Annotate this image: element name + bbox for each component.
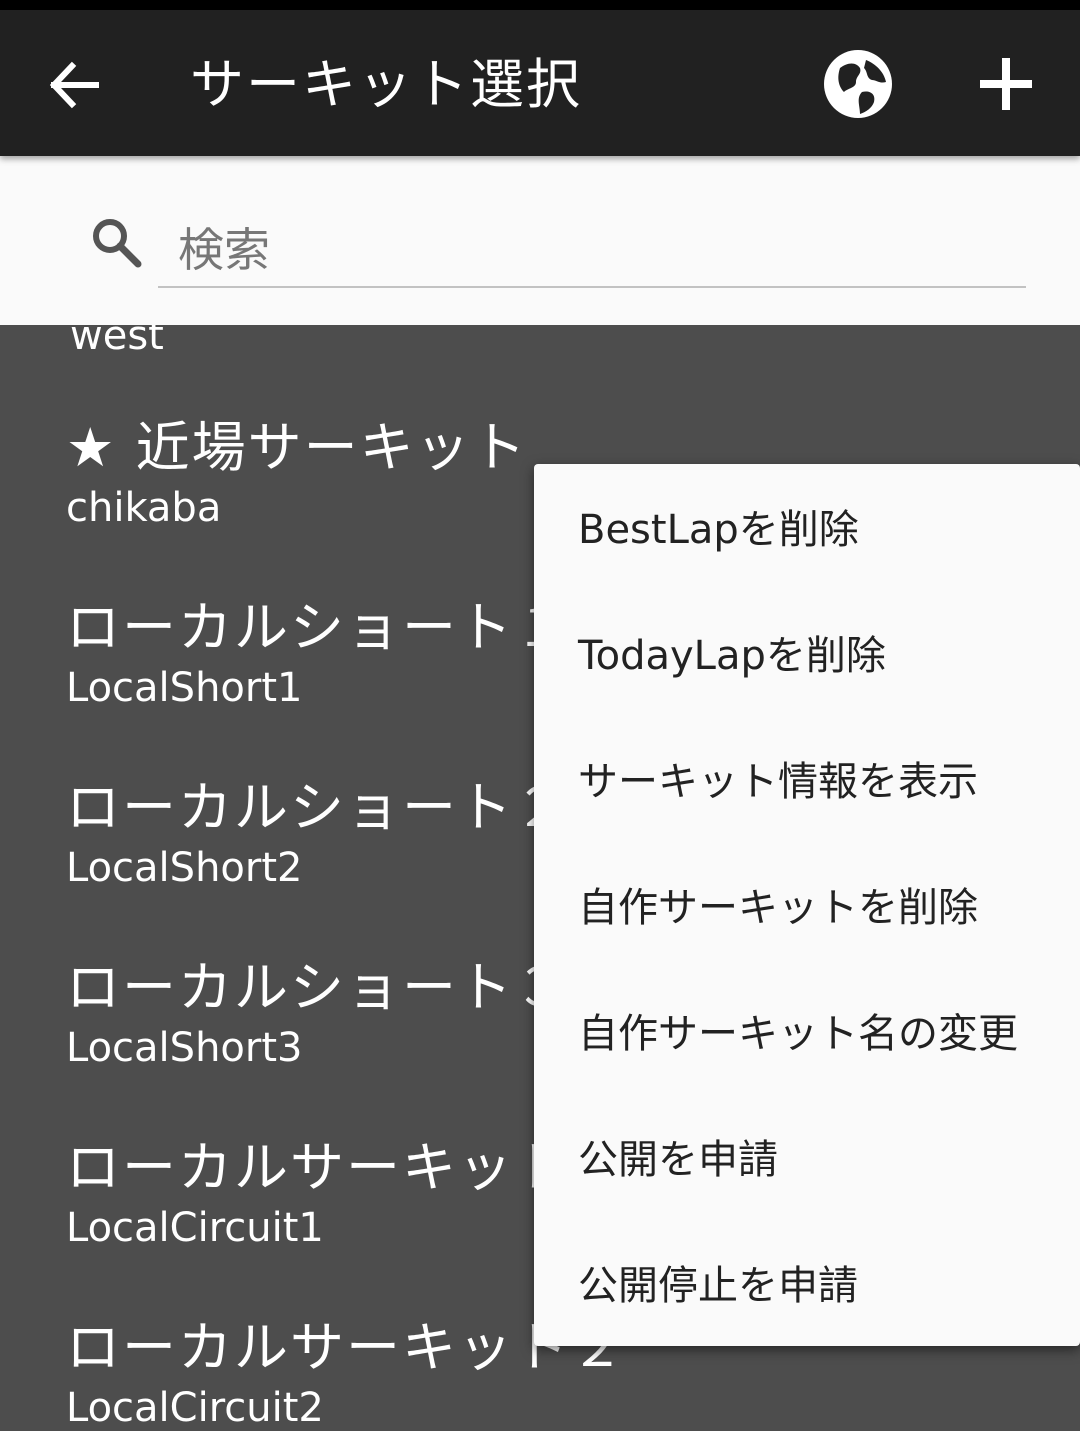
list-item-name: ローカルショート１ — [66, 596, 570, 659]
search-input[interactable] — [158, 214, 1026, 288]
context-menu: BestLapを削除 TodayLapを削除 サーキット情報を表示 自作サーキッ… — [534, 464, 1080, 1346]
menu-item-delete-todaylap[interactable]: TodayLapを削除 — [578, 626, 886, 686]
list-item[interactable]: ローカルサーキット LocalCircuit1 — [66, 1133, 570, 1253]
menu-item-delete-bestlap[interactable]: BestLapを削除 — [578, 500, 859, 560]
globe-icon[interactable] — [822, 48, 894, 120]
list-item[interactable]: ローカルショート３ LocalShort3 — [66, 953, 570, 1073]
list-item-id: chikaba — [66, 485, 222, 531]
menu-item-show-circuit-info[interactable]: サーキット情報を表示 — [578, 752, 978, 812]
list-item-id: LocalCircuit2 — [66, 1385, 324, 1431]
menu-item-request-publish[interactable]: 公開を申請 — [578, 1130, 778, 1190]
app-bar: サーキット選択 — [0, 10, 1080, 156]
list-item-id: LocalShort3 — [66, 1025, 303, 1071]
search-icon — [93, 219, 142, 268]
list-item-name: ローカルショート３ — [66, 956, 570, 1019]
list-item-id: LocalShort2 — [66, 845, 303, 891]
status-bar — [0, 0, 1080, 10]
list-item-name: ローカルショート２ — [66, 776, 570, 839]
search-bar — [0, 156, 1080, 325]
list-item-name: ★ 近場サーキット — [66, 416, 528, 479]
plus-icon — [980, 58, 1032, 110]
list-item-id: west — [70, 325, 164, 359]
list-item[interactable]: ローカルショート２ LocalShort2 — [66, 773, 570, 893]
add-button[interactable] — [972, 50, 1040, 118]
page-title: サーキット選択 — [190, 53, 582, 116]
menu-item-rename-custom-circuit[interactable]: 自作サーキット名の変更 — [578, 1004, 1018, 1064]
menu-item-delete-custom-circuit[interactable]: 自作サーキットを削除 — [578, 878, 978, 938]
list-item-id: LocalCircuit1 — [66, 1205, 324, 1251]
list-item[interactable]: ローカルショート１ LocalShort1 — [66, 593, 570, 713]
list-item-name: ローカルサーキット — [66, 1136, 570, 1199]
arrow-back-icon[interactable] — [40, 50, 110, 120]
list-item-id: LocalShort1 — [66, 665, 303, 711]
list-item-partial[interactable]: west — [70, 325, 164, 361]
menu-item-request-unpublish[interactable]: 公開停止を申請 — [578, 1256, 858, 1316]
list-item[interactable]: ★ 近場サーキット chikaba — [66, 413, 528, 533]
